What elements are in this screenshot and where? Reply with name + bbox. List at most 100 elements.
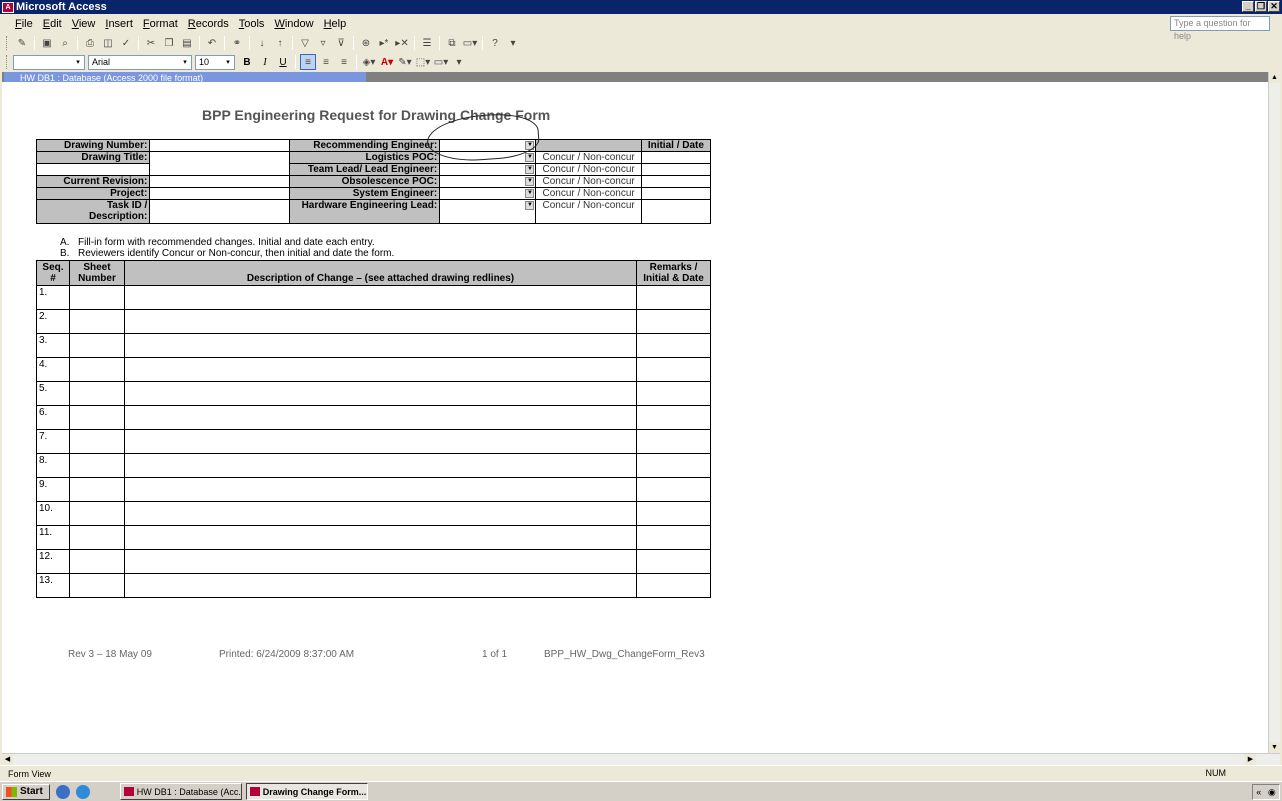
description-cell[interactable] bbox=[123, 381, 638, 406]
save-icon[interactable]: ▣ bbox=[39, 35, 55, 51]
menu-view[interactable]: View bbox=[67, 18, 101, 30]
description-cell[interactable] bbox=[123, 357, 638, 382]
filter-by-form-icon[interactable]: ▿ bbox=[315, 35, 331, 51]
taskbar-item-database[interactable]: HW DB1 : Database (Acc... bbox=[119, 783, 242, 800]
align-left-icon[interactable]: ≡ bbox=[300, 54, 316, 70]
align-center-icon[interactable]: ≡ bbox=[318, 54, 334, 70]
toolbar-options-icon[interactable]: ▾ bbox=[451, 54, 467, 70]
initial-date-input[interactable] bbox=[640, 199, 712, 224]
sheet-number-cell[interactable] bbox=[68, 381, 125, 406]
hardware-lead-select[interactable]: ▼ bbox=[439, 199, 537, 224]
description-cell[interactable] bbox=[123, 573, 638, 598]
sheet-number-cell[interactable] bbox=[68, 333, 125, 358]
font-color-icon[interactable]: A▾ bbox=[379, 54, 395, 70]
description-cell[interactable] bbox=[123, 477, 638, 502]
chevron-down-icon[interactable]: ▼ bbox=[525, 153, 535, 162]
description-cell[interactable] bbox=[123, 285, 638, 310]
font-select[interactable]: Arial ▾ bbox=[88, 54, 192, 70]
quick-launch-icon[interactable] bbox=[55, 784, 70, 799]
description-cell[interactable] bbox=[123, 429, 638, 454]
remarks-cell[interactable] bbox=[636, 429, 711, 454]
description-cell[interactable] bbox=[123, 405, 638, 430]
drawing-number-input[interactable] bbox=[149, 139, 290, 152]
remarks-cell[interactable] bbox=[636, 501, 711, 526]
database-window-icon[interactable]: ⧉ bbox=[444, 35, 460, 51]
sheet-number-cell[interactable] bbox=[68, 357, 125, 382]
undo-icon[interactable]: ↶ bbox=[204, 35, 220, 51]
task-description-input[interactable] bbox=[149, 199, 290, 224]
network-icon[interactable]: ◉ bbox=[1268, 787, 1276, 798]
remarks-cell[interactable] bbox=[636, 309, 711, 334]
menu-insert[interactable]: Insert bbox=[100, 18, 138, 30]
line-color-icon[interactable]: ✎▾ bbox=[397, 54, 413, 70]
sheet-number-cell[interactable] bbox=[68, 405, 125, 430]
menu-format[interactable]: Format bbox=[138, 18, 183, 30]
close-button[interactable]: ✕ bbox=[1268, 1, 1280, 12]
help-question-input[interactable]: Type a question for help bbox=[1170, 16, 1270, 41]
description-cell[interactable] bbox=[123, 549, 638, 574]
current-revision-input[interactable] bbox=[149, 175, 290, 188]
remarks-cell[interactable] bbox=[636, 477, 711, 502]
new-record-icon[interactable]: ▸* bbox=[376, 35, 392, 51]
menu-tools[interactable]: Tools bbox=[234, 18, 270, 30]
toolbar-options-icon[interactable]: ▾ bbox=[505, 35, 521, 51]
sheet-number-cell[interactable] bbox=[68, 285, 125, 310]
description-cell[interactable] bbox=[123, 453, 638, 478]
sheet-number-cell[interactable] bbox=[68, 477, 125, 502]
menu-help[interactable]: Help bbox=[319, 18, 352, 30]
chevron-down-icon[interactable]: ▼ bbox=[525, 177, 535, 186]
sheet-number-cell[interactable] bbox=[68, 501, 125, 526]
apply-filter-icon[interactable]: ⊽ bbox=[333, 35, 349, 51]
menu-file[interactable]: File bbox=[10, 18, 38, 30]
sheet-number-cell[interactable] bbox=[68, 573, 125, 598]
initial-date-input[interactable] bbox=[640, 175, 712, 188]
taskbar-item-form[interactable]: Drawing Change Form... bbox=[245, 783, 368, 800]
chevron-down-icon[interactable]: ▼ bbox=[525, 189, 535, 198]
italic-button[interactable]: I bbox=[257, 54, 273, 70]
sheet-number-cell[interactable] bbox=[68, 309, 125, 334]
chevron-down-icon[interactable]: ▼ bbox=[525, 165, 535, 174]
font-size-select[interactable]: 10 ▾ bbox=[195, 54, 235, 70]
project-input[interactable] bbox=[149, 187, 290, 200]
menu-records[interactable]: Records bbox=[183, 18, 234, 30]
remarks-cell[interactable] bbox=[636, 357, 711, 382]
sheet-number-cell[interactable] bbox=[68, 549, 125, 574]
remarks-cell[interactable] bbox=[636, 381, 711, 406]
remarks-cell[interactable] bbox=[636, 549, 711, 574]
delete-record-icon[interactable]: ▸✕ bbox=[394, 35, 410, 51]
search-file-icon[interactable]: ⌕ bbox=[57, 35, 73, 51]
menu-edit[interactable]: Edit bbox=[38, 18, 67, 30]
toolbar-grip[interactable] bbox=[6, 55, 10, 69]
remarks-cell[interactable] bbox=[636, 333, 711, 358]
description-cell[interactable] bbox=[123, 309, 638, 334]
new-object-icon[interactable]: ▭▾ bbox=[462, 35, 478, 51]
remarks-cell[interactable] bbox=[636, 405, 711, 430]
initial-date-input[interactable] bbox=[640, 151, 712, 164]
start-button[interactable]: Start bbox=[2, 783, 50, 800]
remarks-cell[interactable] bbox=[636, 285, 711, 310]
object-select[interactable]: ▾ bbox=[13, 54, 85, 70]
sort-ascending-icon[interactable]: ↓ bbox=[254, 35, 270, 51]
sort-descending-icon[interactable]: ↑ bbox=[272, 35, 288, 51]
drawing-title-input[interactable] bbox=[149, 151, 290, 176]
remarks-cell[interactable] bbox=[636, 453, 711, 478]
print-preview-icon[interactable]: ◫ bbox=[100, 35, 116, 51]
description-cell[interactable] bbox=[123, 333, 638, 358]
find-icon[interactable]: ⊛ bbox=[358, 35, 374, 51]
internet-explorer-icon[interactable] bbox=[75, 784, 90, 799]
restore-button[interactable]: ❐ bbox=[1255, 1, 1267, 12]
cut-icon[interactable]: ✂ bbox=[143, 35, 159, 51]
filter-by-selection-icon[interactable]: ▽ bbox=[297, 35, 313, 51]
horizontal-scrollbar[interactable]: ◀ ▶ bbox=[2, 753, 1280, 765]
spelling-icon[interactable]: ✓ bbox=[118, 35, 134, 51]
line-width-icon[interactable]: ⬚▾ bbox=[415, 54, 431, 70]
obsolescence-poc-select[interactable]: ▼ bbox=[439, 175, 537, 188]
system-engineer-select[interactable]: ▼ bbox=[439, 187, 537, 200]
scroll-left-icon[interactable]: ◀ bbox=[2, 754, 13, 765]
description-cell[interactable] bbox=[123, 501, 638, 526]
sheet-number-cell[interactable] bbox=[68, 453, 125, 478]
initial-date-input[interactable] bbox=[640, 163, 712, 176]
remarks-cell[interactable] bbox=[636, 525, 711, 550]
sheet-number-cell[interactable] bbox=[68, 429, 125, 454]
vertical-scrollbar[interactable]: ▲ ▼ bbox=[1268, 72, 1280, 753]
